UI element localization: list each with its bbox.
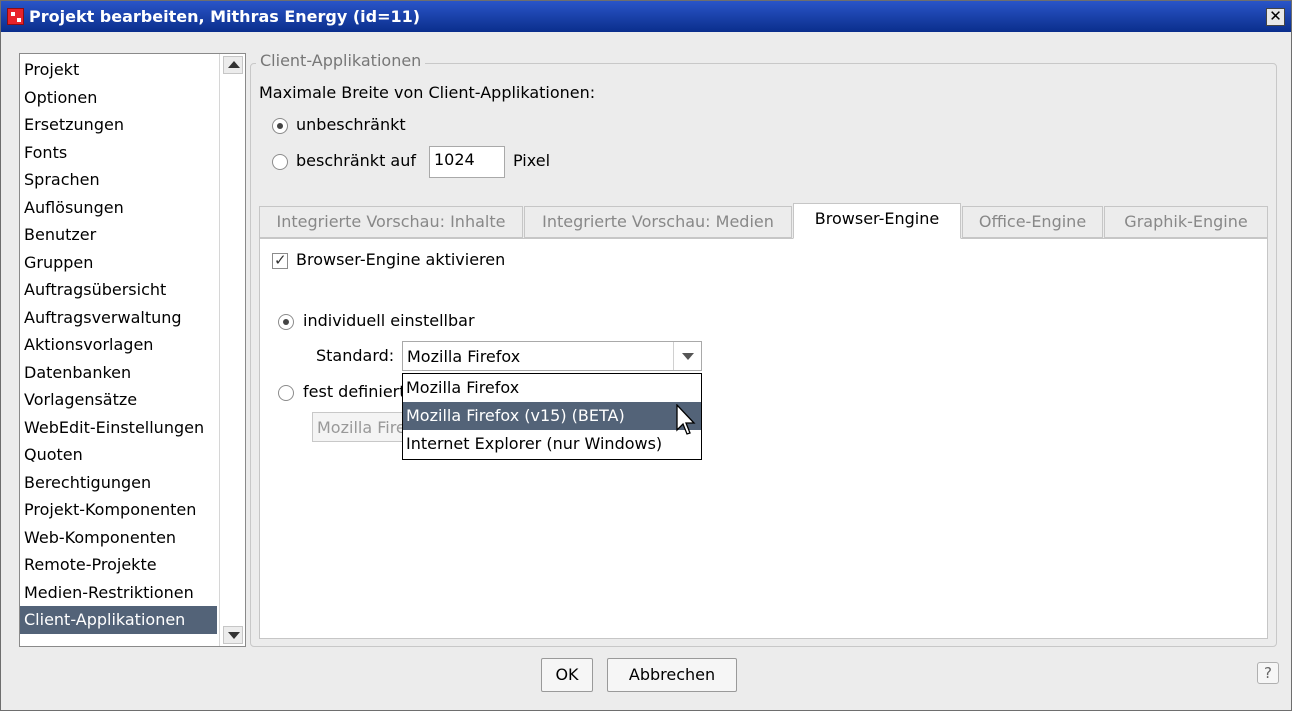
sidebar-item-benutzer[interactable]: Benutzer (20, 221, 217, 249)
sidebar-scrollbar[interactable] (219, 54, 245, 646)
standard-browser-value: Mozilla Firefox (407, 347, 521, 366)
sidebar-item-gruppen[interactable]: Gruppen (20, 249, 217, 277)
sidebar-item-aktionsvorlagen[interactable]: Aktionsvorlagen (20, 331, 217, 359)
sidebar-item-quoten[interactable]: Quoten (20, 441, 217, 469)
close-button[interactable]: ✕ (1266, 8, 1285, 26)
tab-integrated-preview-content[interactable]: Integrierte Vorschau: Inhalte (259, 206, 523, 238)
radio-individual[interactable] (278, 314, 294, 330)
standard-browser-select[interactable]: Mozilla Firefox (402, 341, 702, 371)
window-title: Projekt bearbeiten, Mithras Energy (id=1… (29, 7, 421, 26)
project-edit-dialog: Projekt bearbeiten, Mithras Energy (id=1… (0, 0, 1292, 711)
sidebar-item-ersetzungen[interactable]: Ersetzungen (20, 111, 217, 139)
sidebar-item-medien-restriktionen[interactable]: Medien-Restriktionen (20, 579, 217, 607)
max-width-label: Maximale Breite von Client-Applikationen… (259, 83, 596, 102)
sidebar-item-berechtigungen[interactable]: Berechtigungen (20, 469, 217, 497)
sidebar-item-aufloesungen[interactable]: Auflösungen (20, 194, 217, 222)
ok-button[interactable]: OK (541, 658, 593, 692)
sidebar-item-projekt-komponenten[interactable]: Projekt-Komponenten (20, 496, 217, 524)
sidebar-item-client-applikationen[interactable]: Client-Applikationen (20, 606, 217, 634)
sidebar-item-remote-projekte[interactable]: Remote-Projekte (20, 551, 217, 579)
dropdown-option-firefox[interactable]: Mozilla Firefox (403, 374, 701, 402)
radio-limited[interactable] (272, 154, 288, 170)
radio-individual-label: individuell einstellbar (303, 311, 475, 330)
mouse-cursor-icon (676, 404, 696, 435)
title-bar[interactable]: Projekt bearbeiten, Mithras Energy (id=1… (1, 1, 1291, 32)
fixed-browser-select: Mozilla Firefox (312, 412, 406, 442)
app-icon (7, 8, 24, 25)
chevron-down-icon[interactable] (673, 342, 701, 370)
radio-fixed[interactable] (278, 385, 294, 401)
tab-integrated-preview-media[interactable]: Integrierte Vorschau: Medien (524, 206, 792, 238)
width-limit-input[interactable]: 1024 (429, 146, 505, 178)
dropdown-option-internet-explorer[interactable]: Internet Explorer (nur Windows) (403, 430, 701, 458)
sidebar-item-auftragsverwaltung[interactable]: Auftragsverwaltung (20, 304, 217, 332)
radio-unlimited[interactable] (272, 118, 288, 134)
scroll-down-icon[interactable] (223, 626, 243, 644)
category-list-items: Projekt Optionen Ersetzungen Fonts Sprac… (20, 56, 217, 634)
activate-browser-engine-checkbox[interactable] (272, 251, 288, 269)
sidebar-item-web-komponenten[interactable]: Web-Komponenten (20, 524, 217, 552)
cancel-button[interactable]: Abbrechen (607, 658, 737, 692)
tab-office-engine[interactable]: Office-Engine (962, 206, 1103, 238)
tab-browser-engine[interactable]: Browser-Engine (793, 203, 961, 239)
sidebar-item-fonts[interactable]: Fonts (20, 139, 217, 167)
sidebar-item-auftragsuebersicht[interactable]: Auftragsübersicht (20, 276, 217, 304)
browser-dropdown-list: Mozilla Firefox Mozilla Firefox (v15) (B… (402, 373, 702, 460)
scroll-up-icon[interactable] (223, 56, 243, 74)
help-icon[interactable]: ? (1257, 662, 1279, 684)
sidebar-item-datenbanken[interactable]: Datenbanken (20, 359, 217, 387)
sidebar-item-vorlagensaetze[interactable]: Vorlagensätze (20, 386, 217, 414)
sidebar-item-sprachen[interactable]: Sprachen (20, 166, 217, 194)
category-list: Projekt Optionen Ersetzungen Fonts Sprac… (19, 53, 246, 647)
radio-unlimited-label: unbeschränkt (296, 115, 406, 134)
tab-graphik-engine[interactable]: Graphik-Engine (1104, 206, 1268, 238)
radio-fixed-label: fest definiert (303, 382, 406, 401)
activate-browser-engine-label: Browser-Engine aktivieren (296, 250, 506, 269)
sidebar-item-optionen[interactable]: Optionen (20, 84, 217, 112)
sidebar-item-webedit-einstellungen[interactable]: WebEdit-Einstellungen (20, 414, 217, 442)
dropdown-option-firefox-v15-beta[interactable]: Mozilla Firefox (v15) (BETA) (403, 402, 701, 430)
standard-label: Standard: (316, 346, 395, 365)
sidebar-item-projekt[interactable]: Projekt (20, 56, 217, 84)
group-title: Client-Applikationen (256, 51, 426, 70)
pixel-unit-label: Pixel (513, 151, 551, 170)
radio-limited-label: beschränkt auf (296, 151, 416, 170)
